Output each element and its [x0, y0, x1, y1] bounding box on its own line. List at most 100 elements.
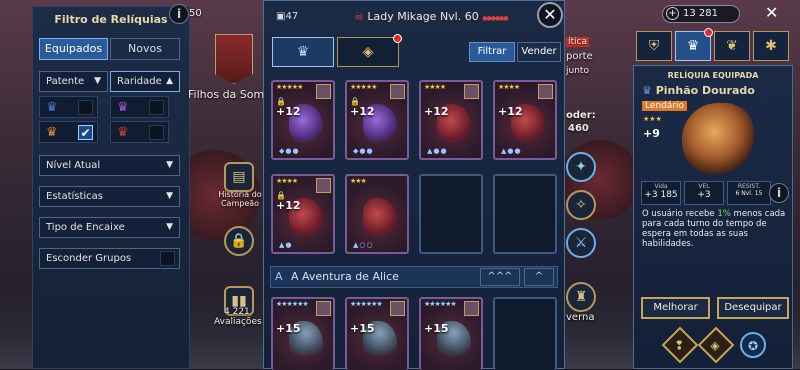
relic-stars: ★★★★★: [276, 83, 303, 91]
tab-new[interactable]: Novos: [110, 38, 180, 60]
relic-card[interactable]: ★★★★ +12 ▲●●: [419, 80, 483, 160]
stat-info-icon[interactable]: i: [769, 183, 789, 203]
level-dropdown[interactable]: Nível Atual ▼: [39, 155, 180, 176]
golden-pinecone-icon: [682, 103, 754, 175]
stat-resist: RESIST. 6 Nvl. 15: [727, 181, 771, 205]
sort-rank-dropdown[interactable]: Patente ▼: [39, 71, 108, 92]
relic-card[interactable]: ★★★★★ 🔒 +12 ◆●●: [345, 80, 409, 160]
set-bonus-icon[interactable]: ✪: [740, 332, 766, 358]
slot-type-dropdown[interactable]: Tipo de Encaixe ▼: [39, 217, 180, 238]
filter-epic[interactable]: ♛: [110, 96, 169, 118]
close-icon[interactable]: ✕: [765, 3, 778, 22]
relic-stars: ★★★: [643, 115, 662, 123]
champion-portrait: [464, 301, 479, 316]
stats-dropdown[interactable]: Estatísticas ▼: [39, 186, 180, 207]
filter-title: Filtro de Relíquias: [54, 13, 168, 26]
champion-portrait: [390, 301, 405, 316]
filter-button[interactable]: Filtrar: [469, 42, 515, 62]
relic-card[interactable]: ★★★★★ 🔒 +12 ◆●●: [271, 80, 335, 160]
checkbox[interactable]: [78, 100, 93, 115]
hide-groups-label: Esconder Grupos: [46, 253, 132, 264]
empty-relic-slot: [419, 174, 483, 254]
reviews-label: Avaliações: [214, 317, 262, 327]
relic-set-icons: ▲●●: [427, 147, 448, 155]
champion-portrait: [538, 84, 553, 99]
tab-relics[interactable]: ♛: [675, 28, 713, 61]
checkbox[interactable]: [160, 251, 175, 266]
clan-banner-icon[interactable]: [215, 34, 253, 84]
tab-blessings[interactable]: ✱: [753, 31, 789, 61]
crown-icon: ♛: [46, 100, 58, 115]
relic-card[interactable]: ★★★★★★ +15: [345, 297, 409, 370]
armor-icon: ⛨: [648, 38, 660, 54]
upgrade-button[interactable]: Melhorar: [641, 297, 710, 319]
lock-icon[interactable]: 🔒: [224, 226, 254, 256]
peek-text: verna: [566, 312, 595, 323]
relic-inventory-panel: ▣47 ☠ Lady Mikage Nvl. 60 ●●●●●● ♛ ◈ Fil…: [263, 0, 565, 370]
skill-icon[interactable]: ✧: [566, 190, 596, 220]
filter-rare[interactable]: ♛: [39, 96, 98, 118]
set-icon: A: [275, 270, 283, 283]
relic-card[interactable]: ★★★★★★ +15: [271, 297, 335, 370]
filter-mythic[interactable]: ♛: [110, 121, 169, 143]
relic-level: +15: [424, 322, 449, 335]
relic-level: +12: [276, 105, 301, 118]
clan-name: Filhos da Somb: [188, 88, 272, 101]
filter-legendary[interactable]: ♛ ✔: [39, 121, 98, 143]
relic-set-icons: ◆●●: [279, 147, 300, 155]
relic-set-icons: ▲○○: [353, 241, 374, 249]
relic-card[interactable]: ★★★★★★ +15: [419, 297, 483, 370]
checkbox-checked[interactable]: ✔: [78, 125, 93, 140]
tab-armor[interactable]: ⛨: [636, 31, 672, 61]
currency-bar[interactable]: +13 281: [662, 5, 740, 23]
relic-stars: ★★★: [350, 177, 367, 185]
stat-value: +3 185: [644, 190, 678, 200]
notification-badge: [704, 28, 713, 37]
stat-speed: VEL +3: [684, 181, 724, 205]
tab-relic-sets[interactable]: ◈: [337, 34, 402, 67]
relic-card[interactable]: ★★★★ 🔒 +12 ▲●: [271, 174, 335, 254]
level-peek: 50: [189, 8, 202, 19]
peek-text: oder:: [566, 110, 596, 121]
stat-hp: Vida +3 185: [641, 181, 681, 205]
equipped-header: RELÍQUIA EQUIPADA: [667, 71, 759, 80]
plus-icon[interactable]: +: [666, 7, 679, 20]
tavern-icon[interactable]: ♜: [566, 282, 596, 312]
relic-card[interactable]: ★★★★ +12 ▲●●: [493, 80, 557, 160]
reviews-count: 4 221: [224, 307, 250, 317]
tab-relics-crown[interactable]: ♛: [272, 37, 334, 67]
skill-icon[interactable]: ✦: [566, 152, 596, 182]
relic-description: O usuário recebe 1% menos cada para cada…: [642, 209, 788, 249]
history-label: História do Campeão: [218, 190, 262, 208]
sort-rarity-dropdown[interactable]: Raridade ▲: [110, 71, 180, 92]
peek-text: ítica: [566, 37, 589, 47]
stat-value: 6 Nvl. 15: [735, 190, 763, 197]
tab-equipped[interactable]: Equipados: [39, 38, 108, 60]
chevron-down-icon: ▼: [166, 191, 173, 201]
relic-set-icons: ▲●: [279, 241, 293, 249]
notification-badge: [393, 34, 402, 43]
checkbox[interactable]: [149, 125, 164, 140]
relic-name-label: Pinhão Dourado: [655, 84, 755, 97]
champion-portrait: [316, 84, 331, 99]
champion-portrait: [390, 84, 405, 99]
tab-masteries[interactable]: ❦: [714, 31, 750, 61]
filter-info-icon[interactable]: i: [169, 4, 189, 24]
close-icon[interactable]: ✕: [537, 2, 563, 28]
unequip-button[interactable]: Desequipar: [717, 297, 789, 319]
hide-groups-toggle[interactable]: Esconder Grupos: [39, 248, 180, 269]
relic-level: +12: [350, 105, 375, 118]
book-icon[interactable]: ▤: [224, 162, 254, 192]
relic-group-header[interactable]: A A Aventura de Alice ^^^ ^: [270, 266, 558, 288]
relic-card[interactable]: ★★★ ▲○○: [345, 174, 409, 254]
chevron-down-icon: ▼: [166, 222, 173, 232]
collapse-all-button[interactable]: ^^^: [480, 268, 520, 286]
crown-icon: ♛: [46, 125, 58, 140]
checkbox[interactable]: [149, 100, 164, 115]
champion-label: Lady Mikage Nvl. 60: [367, 10, 479, 23]
collapse-button[interactable]: ^: [524, 268, 554, 286]
sell-button[interactable]: Vender: [517, 42, 561, 62]
relic-stars: ★★★★★★: [424, 300, 457, 308]
level-pips: ●●●●●●: [482, 15, 508, 22]
swords-icon[interactable]: ⚔: [566, 228, 596, 258]
